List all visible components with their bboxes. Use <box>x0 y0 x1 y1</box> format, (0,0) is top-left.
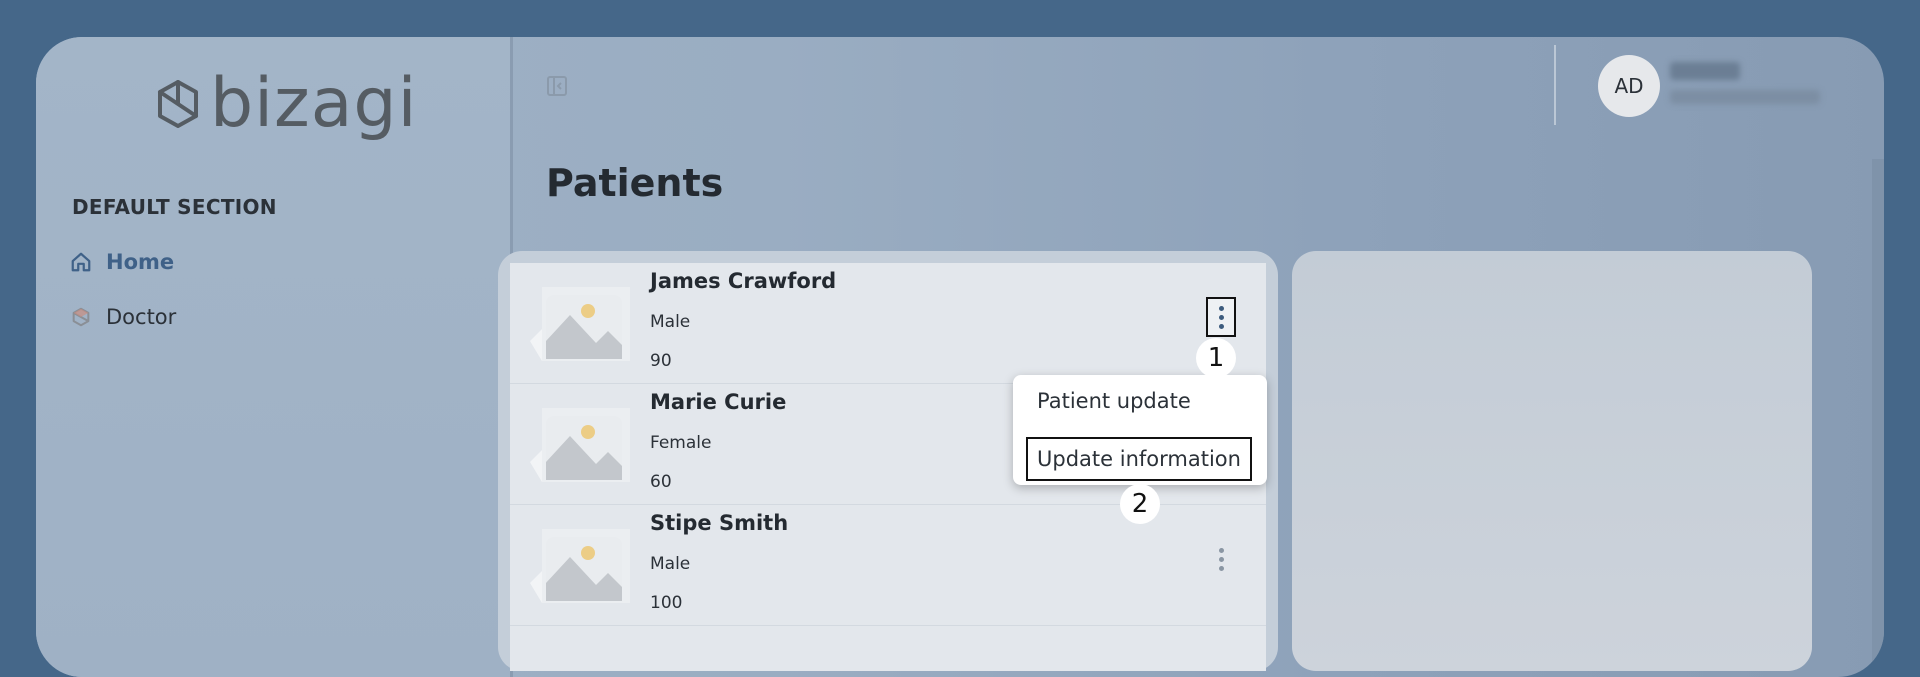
header-divider <box>1554 45 1556 125</box>
bizagi-logo-icon <box>158 80 198 128</box>
bizagi-logo[interactable]: bizagi <box>156 70 417 138</box>
patient-name: Marie Curie <box>650 390 787 414</box>
logo-text: bizagi <box>210 64 418 143</box>
patient-gender: Female <box>650 433 712 453</box>
more-options-button[interactable] <box>1206 297 1236 337</box>
step-marker-1: 1 <box>1196 338 1236 378</box>
menu-item-patient-update[interactable]: Patient update <box>1037 389 1191 413</box>
avatar[interactable]: AD <box>1598 55 1660 117</box>
more-options-button[interactable] <box>1206 539 1236 579</box>
detail-panel <box>1292 251 1812 671</box>
doctor-icon <box>72 307 90 327</box>
patient-age: 60 <box>650 472 672 492</box>
patient-age: 90 <box>650 351 672 371</box>
image-placeholder-icon <box>530 287 630 361</box>
patient-name: Stipe Smith <box>650 511 789 535</box>
patient-gender: Male <box>650 554 691 574</box>
home-icon <box>71 252 91 272</box>
image-placeholder-icon <box>530 408 630 482</box>
sidebar-item-home[interactable]: Home <box>70 250 174 274</box>
patient-name: James Crawford <box>650 269 837 293</box>
sidebar-section-title: DEFAULT SECTION <box>72 195 277 219</box>
list-item[interactable]: James Crawford Male 90 <box>510 263 1266 384</box>
list-item[interactable]: Stipe Smith Male 100 <box>510 505 1266 626</box>
context-menu: Patient update Update information <box>1013 375 1267 485</box>
patient-gender: Male <box>650 312 691 332</box>
sidebar-item-label: Home <box>106 250 175 274</box>
menu-item-update-information[interactable]: Update information <box>1026 437 1252 481</box>
scrollbar[interactable] <box>1872 159 1884 677</box>
sidebar-item-doctor[interactable]: Doctor <box>70 305 176 329</box>
step-marker-2: 2 <box>1120 484 1160 524</box>
patient-age: 100 <box>650 593 683 613</box>
page-title: Patients <box>546 161 724 205</box>
sidebar: bizagi DEFAULT SECTION Home Doctor <box>36 37 513 677</box>
image-placeholder-icon <box>530 529 630 603</box>
sidebar-toggle-icon[interactable] <box>546 75 568 97</box>
sidebar-item-label: Doctor <box>106 305 177 329</box>
user-info-blurred <box>1670 62 1830 118</box>
